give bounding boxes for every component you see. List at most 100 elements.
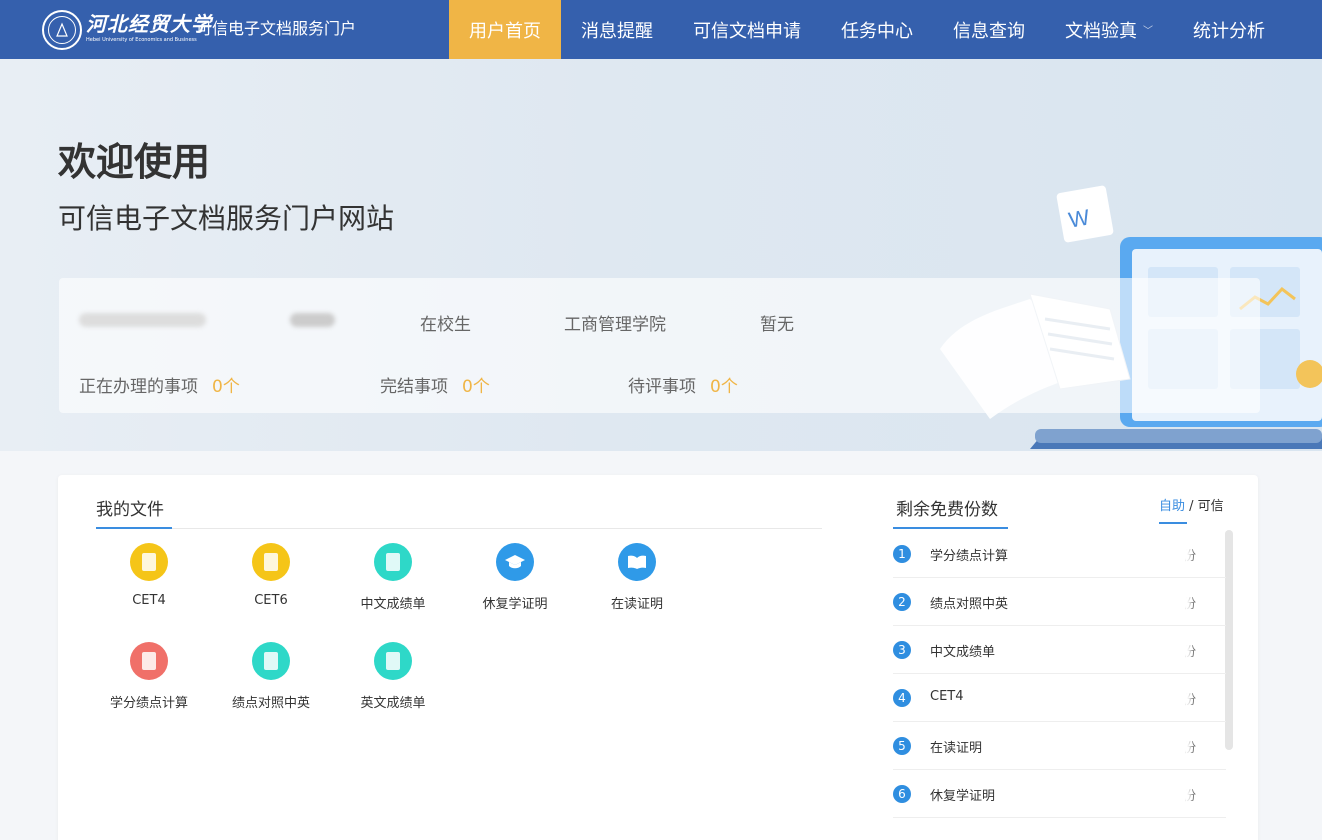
file-en-transcript[interactable]: 英文成绩单 xyxy=(333,642,453,711)
stat-label: 正在办理的事项 xyxy=(79,377,198,397)
user-extra: 暂无 xyxy=(760,315,794,335)
cet4-icon xyxy=(130,543,168,581)
item-name: CET4 xyxy=(930,689,964,704)
welcome-subtitle: 可信电子文档服务门户网站 xyxy=(58,202,395,235)
item-name: 中文成绩单 xyxy=(930,645,996,660)
university-name-en: Hebei University of Economics and Busine… xyxy=(86,37,197,43)
main-nav: 用户首页 消息提醒 可信文档申请 任务中心 信息查询 文档验真 ﹀ 统计分析 xyxy=(449,0,1285,59)
list-item: 5 在读证明 份 xyxy=(893,722,1226,770)
file-label: CET4 xyxy=(132,593,166,608)
my-files-title[interactable]: 我的文件 xyxy=(96,495,164,520)
user-college: 工商管理学院 xyxy=(564,315,666,335)
nav-user-home[interactable]: 用户首页 xyxy=(449,0,561,59)
file-cn-transcript[interactable]: 中文成绩单 xyxy=(333,543,453,612)
file-label: CET6 xyxy=(254,593,288,608)
item-count: 份 xyxy=(1183,689,1196,708)
nav-label: 任务中心 xyxy=(841,20,913,42)
stat-value: 0个 xyxy=(462,377,490,397)
list-item: 6 休复学证明 份 xyxy=(893,770,1226,818)
divider xyxy=(96,528,822,529)
nav-statistics[interactable]: 统计分析 xyxy=(1173,0,1285,59)
stat-to-review[interactable]: 待评事项 0个 xyxy=(628,372,738,397)
chevron-down-icon: ﹀ xyxy=(1143,26,1153,37)
university-logo-icon[interactable] xyxy=(42,10,82,50)
item-count: 份 xyxy=(1183,593,1196,612)
tab-underline xyxy=(893,527,1008,529)
calculator-icon xyxy=(130,642,168,680)
stat-label: 完结事项 xyxy=(380,377,448,397)
mode-toggle: 自助 / 可信 xyxy=(1159,495,1224,514)
welcome-banner: 欢迎使用 可信电子文档服务门户网站 W 在校生 工商管理学院 暂无 正在办理的事… xyxy=(0,59,1322,451)
file-cet6[interactable]: CET6 xyxy=(211,543,331,608)
file-label: 在读证明 xyxy=(610,597,663,612)
item-count: 份 xyxy=(1183,737,1196,756)
item-name: 绩点对照中英 xyxy=(930,597,1009,612)
cet6-icon xyxy=(252,543,290,581)
nav-label: 信息查询 xyxy=(953,20,1025,42)
nav-label: 文档验真 xyxy=(1065,20,1137,42)
item-count: 份 xyxy=(1183,545,1196,564)
scrollbar[interactable] xyxy=(1225,530,1233,750)
graduation-cap-icon xyxy=(496,543,534,581)
number-badge: 2 xyxy=(893,593,911,611)
number-badge: 3 xyxy=(893,641,911,659)
nav-info-query[interactable]: 信息查询 xyxy=(933,0,1045,59)
university-name-cn: 河北经贸大学 xyxy=(86,12,212,36)
user-name-redacted xyxy=(79,313,206,327)
file-label: 学分绩点计算 xyxy=(109,696,188,711)
nav-label: 用户首页 xyxy=(469,20,541,42)
file-label: 中文成绩单 xyxy=(360,597,426,612)
tab-underline xyxy=(96,527,172,529)
file-label: 绩点对照中英 xyxy=(231,696,310,711)
nav-apply[interactable]: 可信文档申请 xyxy=(673,0,821,59)
nav-label: 统计分析 xyxy=(1193,20,1265,42)
item-count: 份 xyxy=(1183,641,1196,660)
stat-in-progress[interactable]: 正在办理的事项 0个 xyxy=(79,372,240,397)
item-name: 在读证明 xyxy=(930,741,983,756)
top-navbar: 河北经贸大学 Hebei University of Economics and… xyxy=(0,0,1322,59)
user-info-card: 在校生 工商管理学院 暂无 正在办理的事项 0个 完结事项 0个 待评事项 0个 xyxy=(59,278,1260,413)
stat-label: 待评事项 xyxy=(628,377,696,397)
file-enrollment-proof[interactable]: 在读证明 xyxy=(577,543,697,612)
item-name: 休复学证明 xyxy=(930,789,996,804)
number-badge: 4 xyxy=(893,689,911,707)
nav-verify[interactable]: 文档验真 ﹀ xyxy=(1045,0,1173,59)
portal-title: 可信电子文档服务门户 xyxy=(196,19,357,38)
file-gpa-calc[interactable]: 学分绩点计算 xyxy=(89,642,209,711)
number-badge: 6 xyxy=(893,785,911,803)
file-label: 休复学证明 xyxy=(482,597,548,612)
nav-messages[interactable]: 消息提醒 xyxy=(561,0,673,59)
free-copies-title: 剩余免费份数 xyxy=(896,500,998,520)
document-icon xyxy=(374,642,412,680)
transcript-icon xyxy=(374,543,412,581)
welcome-heading: 欢迎使用 xyxy=(58,140,211,184)
toggle-underline xyxy=(1159,522,1187,524)
file-gpa-cn-en[interactable]: 绩点对照中英 xyxy=(211,642,331,711)
file-label: 英文成绩单 xyxy=(360,696,426,711)
list-item: 4 CET4 份 xyxy=(893,674,1226,722)
book-icon xyxy=(618,543,656,581)
number-badge: 5 xyxy=(893,737,911,755)
stat-completed[interactable]: 完结事项 0个 xyxy=(380,372,490,397)
user-id-redacted xyxy=(290,313,335,327)
file-cet4[interactable]: CET4 xyxy=(89,543,209,608)
nav-label: 消息提醒 xyxy=(581,20,653,42)
toggle-self-service[interactable]: 自助 xyxy=(1159,499,1185,514)
toggle-separator: / xyxy=(1185,499,1198,514)
stat-value: 0个 xyxy=(212,377,240,397)
university-name[interactable]: 河北经贸大学 Hebei University of Economics and… xyxy=(86,12,212,44)
item-name: 学分绩点计算 xyxy=(930,549,1009,564)
item-count: 份 xyxy=(1183,785,1196,804)
user-status: 在校生 xyxy=(420,315,471,335)
list-item: 2 绩点对照中英 份 xyxy=(893,578,1226,626)
list-item: 1 学分绩点计算 份 xyxy=(893,530,1226,578)
nav-task-center[interactable]: 任务中心 xyxy=(821,0,933,59)
number-badge: 1 xyxy=(893,545,911,563)
file-suspension-proof[interactable]: 休复学证明 xyxy=(455,543,575,612)
document-icon xyxy=(252,642,290,680)
list-item: 3 中文成绩单 份 xyxy=(893,626,1226,674)
toggle-trusted[interactable]: 可信 xyxy=(1198,499,1224,514)
nav-label: 可信文档申请 xyxy=(693,20,801,42)
content-panel: 我的文件 CET4 CET6 中文成绩单 休复学证明 在读证明 学分绩点计算 绩… xyxy=(58,475,1258,840)
stat-value: 0个 xyxy=(710,377,738,397)
